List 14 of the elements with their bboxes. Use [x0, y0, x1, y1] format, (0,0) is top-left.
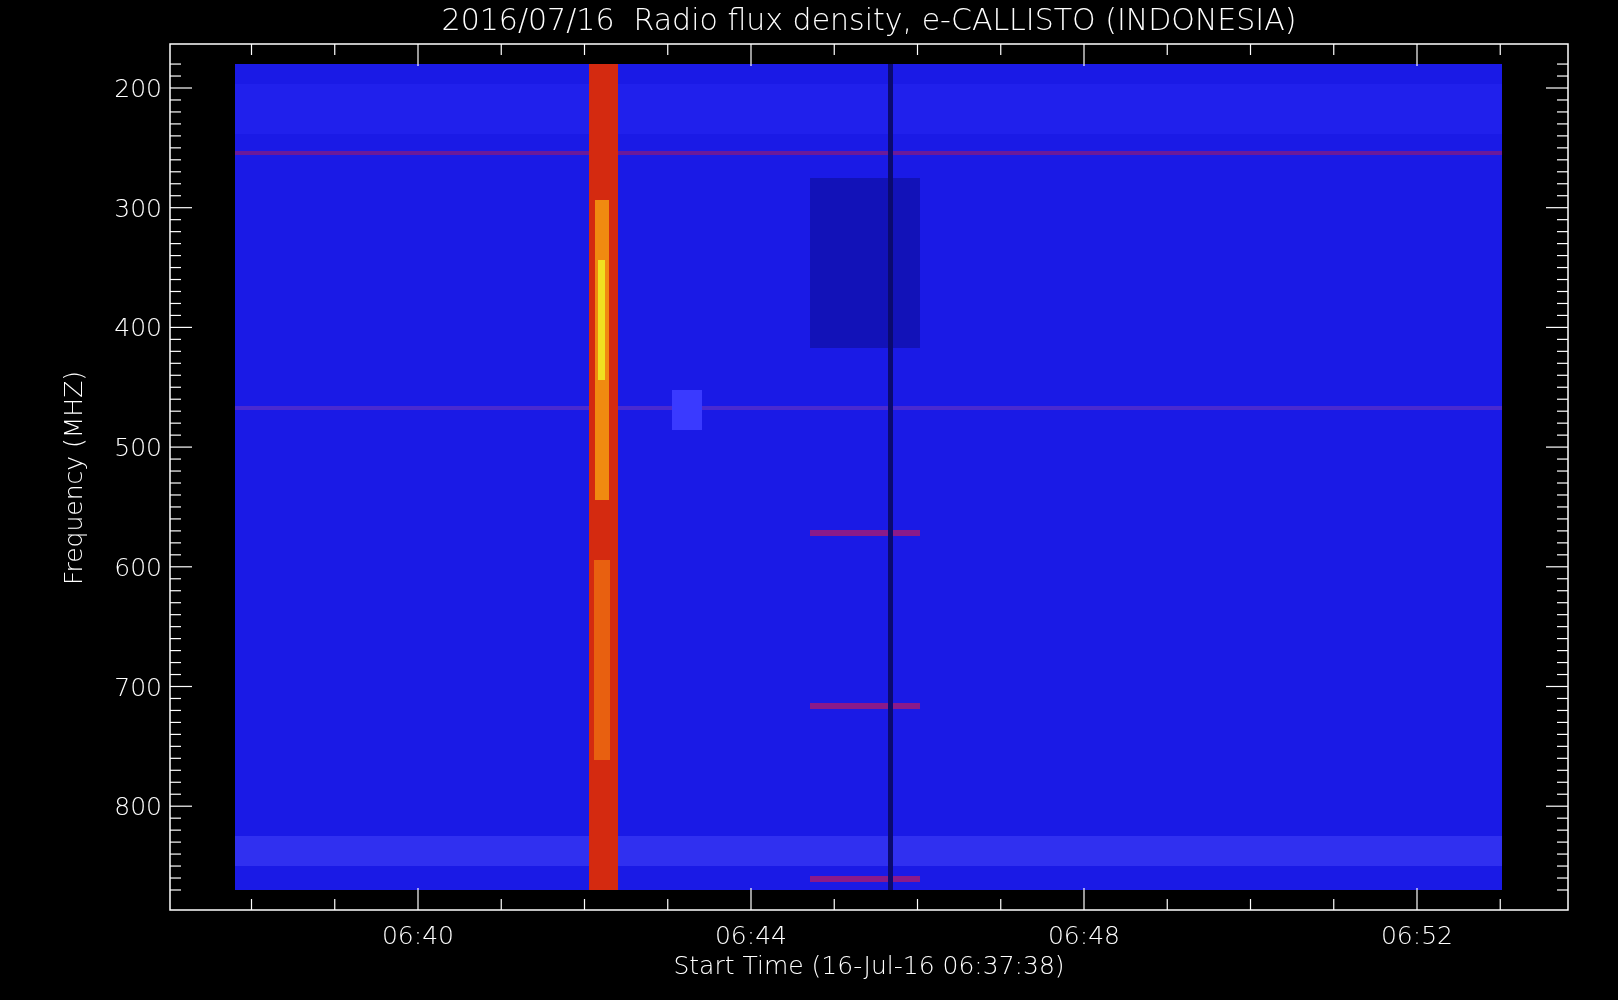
x-tick-label: 06:52 — [1381, 921, 1453, 950]
y-tick-label: 700 — [114, 672, 162, 702]
y-tick-label: 600 — [114, 552, 162, 582]
x-tick-label: 06:40 — [382, 921, 454, 950]
x-tick-label: 06:48 — [1048, 921, 1120, 950]
y-tick-label: 300 — [114, 193, 162, 223]
y-axis-label: Frequency (MHZ) — [59, 370, 88, 586]
x-axis-label: Start Time (16-Jul-16 06:37:38) — [673, 951, 1065, 980]
y-tick-label: 200 — [114, 74, 162, 103]
y-tick-label: 800 — [114, 792, 162, 822]
chart-title: 2016/07/16 Radio flux density, e-CALLISTO (INDONESIA) — [441, 2, 1297, 37]
y-tick-label: 500 — [114, 433, 162, 463]
x-tick-label: 06:44 — [715, 921, 787, 950]
y-tick-label: 400 — [114, 313, 162, 343]
